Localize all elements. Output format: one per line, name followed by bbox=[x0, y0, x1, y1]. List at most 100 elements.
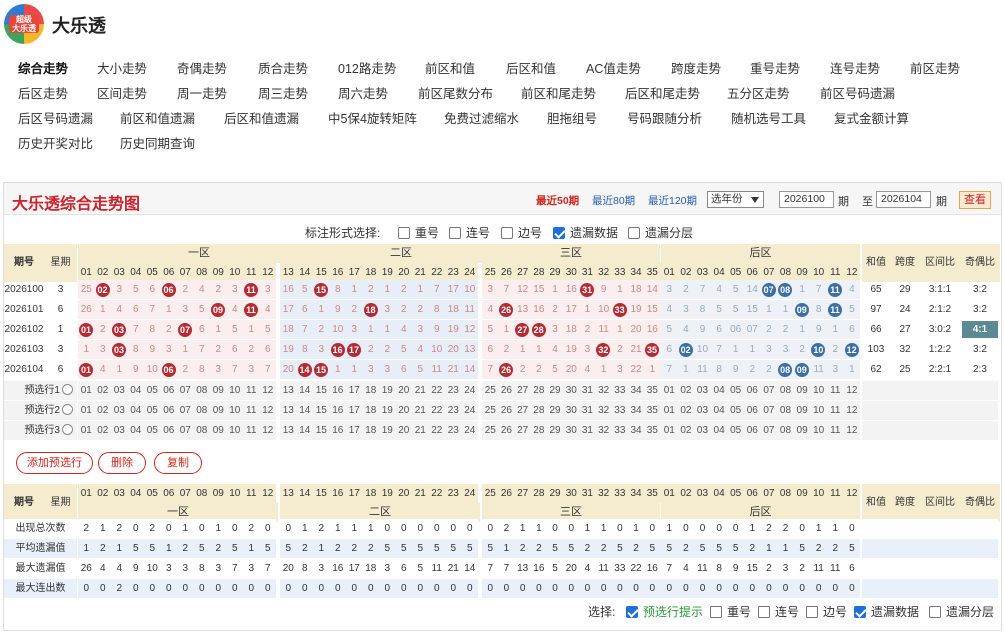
nav-item[interactable]: 历史同期查询 bbox=[120, 133, 195, 152]
preselect-num[interactable]: 04 bbox=[710, 381, 728, 400]
preselect-num[interactable]: 29 bbox=[546, 421, 564, 440]
year-select[interactable]: 选年份 bbox=[707, 191, 764, 208]
nav-item[interactable]: 重号走势 bbox=[750, 58, 800, 77]
nav-item[interactable]: 周一走势 bbox=[177, 83, 227, 102]
preselect-num[interactable]: 05 bbox=[727, 381, 744, 400]
mark-option[interactable]: 遗漏分层 bbox=[628, 224, 693, 240]
preselect-num[interactable]: 03 bbox=[694, 421, 711, 440]
issue-header[interactable]: 期号 bbox=[4, 244, 44, 282]
preselect-num[interactable]: 23 bbox=[445, 401, 462, 420]
mark-checkbox[interactable] bbox=[628, 227, 640, 239]
bottom-checkbox[interactable] bbox=[626, 606, 638, 618]
preselect-num[interactable]: 07 bbox=[760, 421, 778, 440]
bottom-option[interactable]: 连号 bbox=[758, 603, 799, 619]
issue-header-bottom[interactable]: 期号 bbox=[4, 484, 44, 522]
to-issue-input[interactable]: 2026104 bbox=[876, 191, 931, 208]
preselect-num[interactable]: 20 bbox=[395, 381, 412, 400]
preselect-num[interactable]: 07 bbox=[760, 381, 778, 400]
preselect-num[interactable]: 18 bbox=[362, 421, 379, 440]
preselect-num[interactable]: 01 bbox=[78, 381, 95, 400]
preselect-num[interactable]: 20 bbox=[395, 401, 412, 420]
nav-item[interactable]: 综合走势 bbox=[18, 58, 68, 77]
preselect-num[interactable]: 08 bbox=[777, 421, 794, 440]
preselect-num[interactable]: 34 bbox=[627, 381, 645, 400]
range-50[interactable]: 最近50期 bbox=[536, 193, 579, 208]
preselect-num[interactable]: 24 bbox=[461, 421, 478, 440]
preselect-num[interactable]: 07 bbox=[760, 401, 778, 420]
preselect-num[interactable]: 21 bbox=[412, 401, 429, 420]
preselect-num[interactable]: 17 bbox=[346, 401, 363, 420]
preselect-num[interactable]: 26 bbox=[498, 421, 515, 440]
bottom-checkbox[interactable] bbox=[806, 606, 818, 618]
preselect-radio[interactable] bbox=[62, 384, 73, 395]
preselect-num[interactable]: 12 bbox=[259, 401, 276, 420]
preselect-num[interactable]: 07 bbox=[177, 421, 194, 440]
preselect-num[interactable]: 25 bbox=[482, 421, 499, 440]
preselect-num[interactable]: 08 bbox=[193, 401, 210, 420]
preselect-num[interactable]: 06 bbox=[744, 381, 761, 400]
preselect-num[interactable]: 11 bbox=[243, 381, 260, 400]
preselect-num[interactable]: 30 bbox=[563, 401, 580, 420]
preselect-num[interactable]: 01 bbox=[78, 401, 95, 420]
preselect-num[interactable]: 01 bbox=[661, 401, 678, 420]
preselect-num[interactable]: 32 bbox=[595, 381, 612, 400]
preselect-num[interactable]: 02 bbox=[94, 421, 111, 440]
bottom-checkbox[interactable] bbox=[929, 606, 941, 618]
preselect-num[interactable]: 02 bbox=[677, 381, 695, 400]
preselect-button[interactable]: 复制 bbox=[154, 452, 202, 474]
preselect-num[interactable]: 02 bbox=[677, 421, 695, 440]
preselect-num[interactable]: 34 bbox=[627, 421, 645, 440]
bottom-option[interactable]: 预选行提示 bbox=[626, 603, 703, 619]
bottom-option[interactable]: 重号 bbox=[710, 603, 751, 619]
preselect-num[interactable]: 11 bbox=[243, 401, 260, 420]
preselect-num[interactable]: 09 bbox=[793, 421, 811, 440]
preselect-num[interactable]: 23 bbox=[445, 421, 462, 440]
nav-item[interactable]: 后区和值 bbox=[506, 58, 556, 77]
nav-item[interactable]: 五分区走势 bbox=[727, 83, 790, 102]
nav-item[interactable]: 后区号码遗漏 bbox=[18, 108, 93, 127]
preselect-num[interactable]: 27 bbox=[514, 421, 531, 440]
preselect-num[interactable]: 25 bbox=[482, 381, 499, 400]
preselect-num[interactable]: 05 bbox=[144, 381, 161, 400]
preselect-num[interactable]: 12 bbox=[843, 421, 861, 440]
preselect-radio[interactable] bbox=[62, 424, 73, 435]
mark-option[interactable]: 重号 bbox=[398, 224, 439, 240]
mark-checkbox[interactable] bbox=[398, 227, 410, 239]
preselect-num[interactable]: 05 bbox=[727, 401, 744, 420]
preselect-num[interactable]: 14 bbox=[296, 381, 313, 400]
preselect-num[interactable]: 04 bbox=[127, 421, 144, 440]
preselect-num[interactable]: 13 bbox=[280, 421, 297, 440]
preselect-num[interactable]: 25 bbox=[482, 401, 499, 420]
preselect-num[interactable]: 01 bbox=[661, 421, 678, 440]
preselect-num[interactable]: 31 bbox=[579, 381, 596, 400]
preselect-num[interactable]: 22 bbox=[428, 421, 445, 440]
mark-checkbox[interactable] bbox=[449, 227, 461, 239]
preselect-num[interactable]: 02 bbox=[677, 401, 695, 420]
preselect-num[interactable]: 35 bbox=[644, 401, 661, 420]
preselect-num[interactable]: 14 bbox=[296, 401, 313, 420]
bottom-checkbox[interactable] bbox=[854, 606, 866, 618]
preselect-num[interactable]: 08 bbox=[777, 381, 794, 400]
from-issue-input[interactable]: 2026100 bbox=[779, 191, 834, 208]
preselect-num[interactable]: 03 bbox=[694, 381, 711, 400]
preselect-num[interactable]: 10 bbox=[810, 401, 827, 420]
preselect-num[interactable]: 08 bbox=[193, 421, 210, 440]
preselect-num[interactable]: 11 bbox=[827, 421, 844, 440]
preselect-num[interactable]: 08 bbox=[193, 381, 210, 400]
preselect-num[interactable]: 04 bbox=[127, 381, 144, 400]
range-80[interactable]: 最近80期 bbox=[592, 193, 635, 208]
preselect-num[interactable]: 28 bbox=[530, 421, 548, 440]
preselect-num[interactable]: 06 bbox=[160, 401, 177, 420]
preselect-num[interactable]: 01 bbox=[78, 421, 95, 440]
preselect-num[interactable]: 05 bbox=[144, 401, 161, 420]
preselect-num[interactable]: 07 bbox=[177, 401, 194, 420]
nav-item[interactable]: 012路走势 bbox=[338, 58, 396, 77]
nav-item[interactable]: 区间走势 bbox=[97, 83, 147, 102]
preselect-num[interactable]: 19 bbox=[379, 421, 396, 440]
preselect-button[interactable]: 添加预选行 bbox=[16, 452, 93, 474]
nav-item[interactable]: 历史开奖对比 bbox=[18, 133, 93, 152]
nav-item[interactable]: 号码跟随分析 bbox=[627, 108, 702, 127]
preselect-num[interactable]: 18 bbox=[362, 401, 379, 420]
nav-item[interactable]: 复式金额计算 bbox=[834, 108, 909, 127]
preselect-num[interactable]: 27 bbox=[514, 381, 531, 400]
